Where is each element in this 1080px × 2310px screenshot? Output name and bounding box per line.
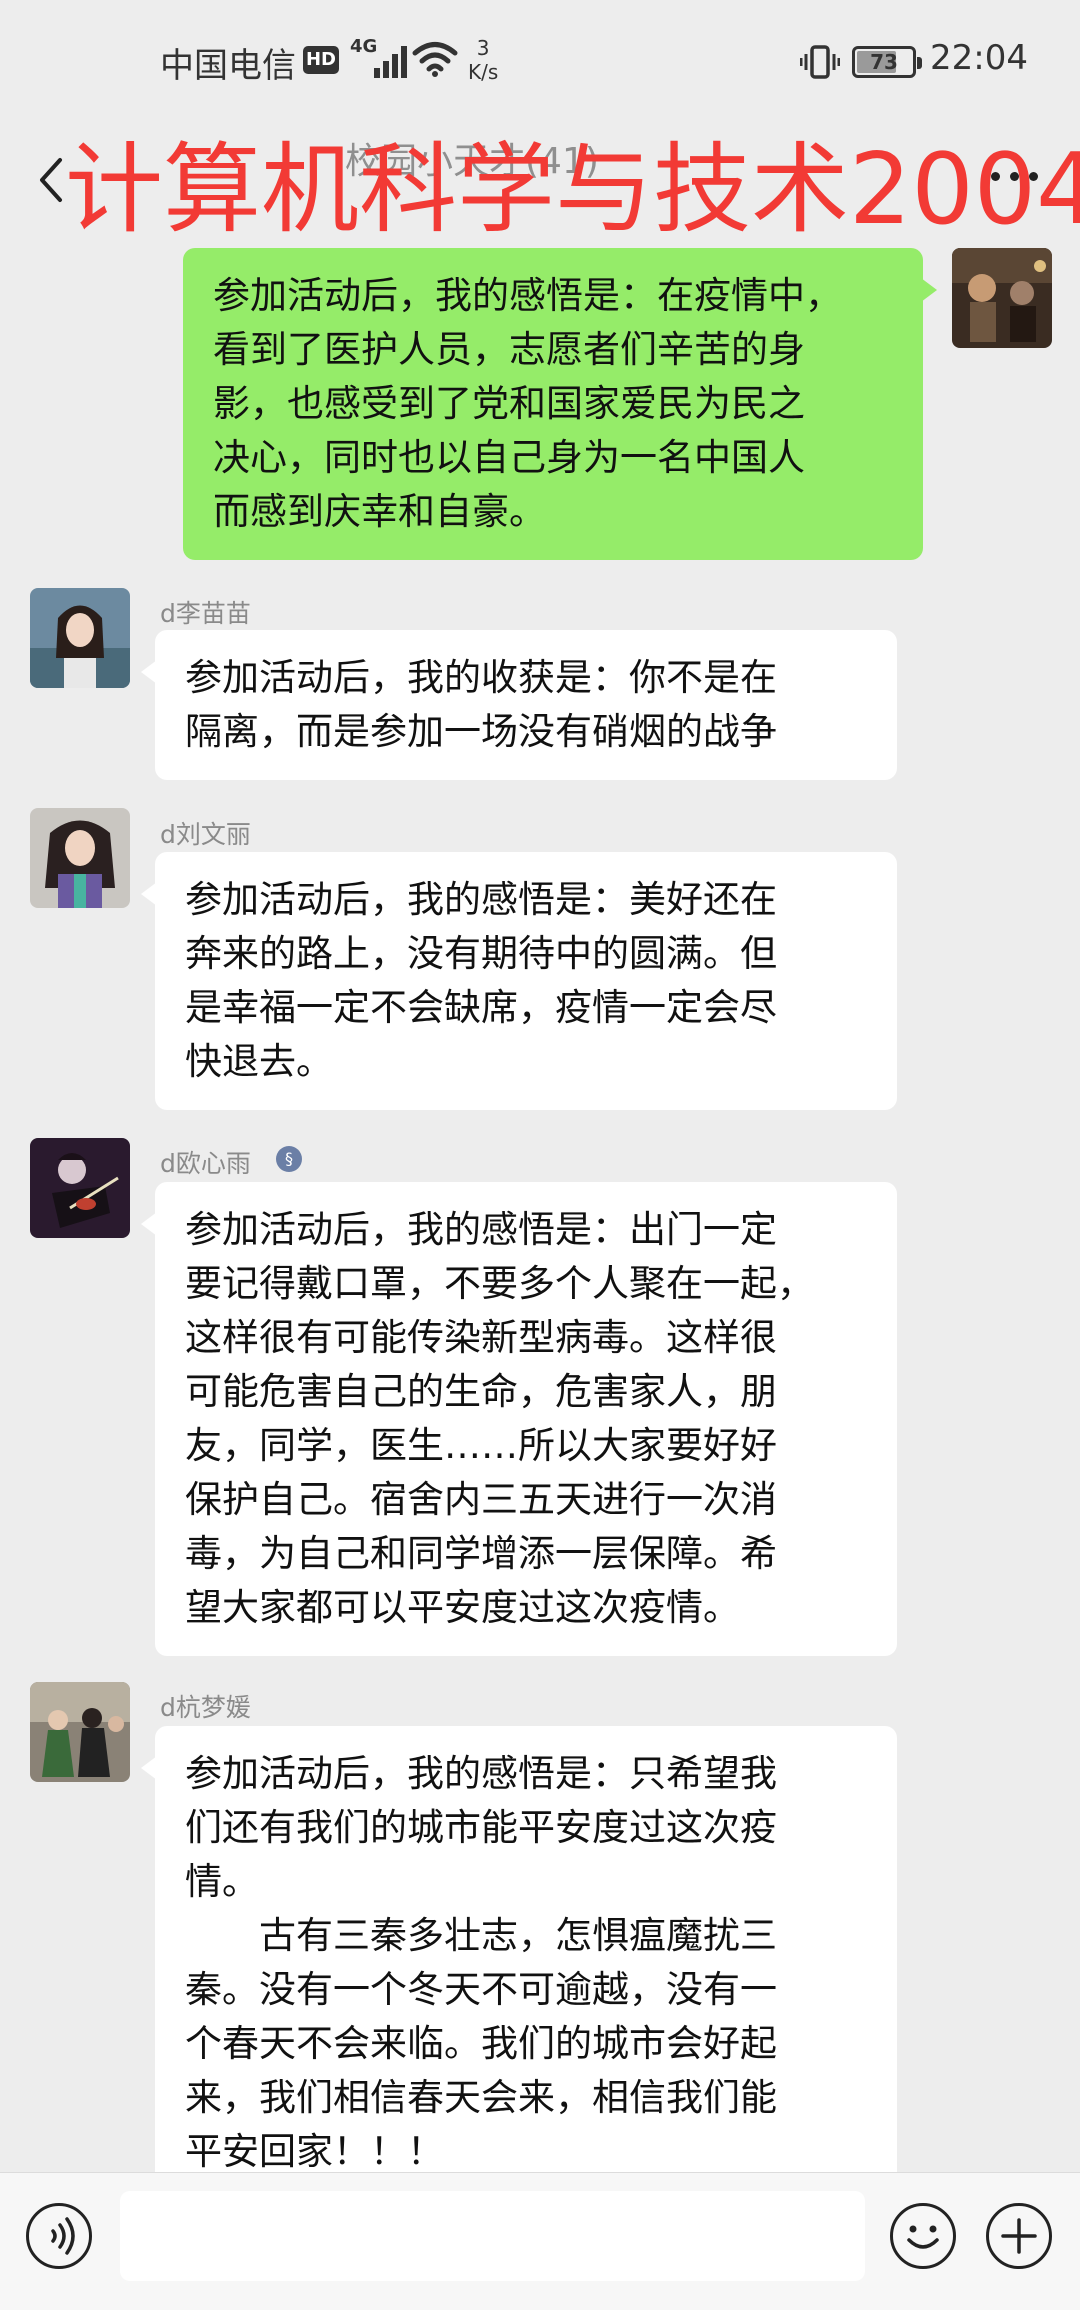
- chat-header: 校园小天才(41) 计算机科学与技术2004: [0, 120, 1080, 247]
- message-bubble[interactable]: 参加活动后，我的感悟是：出门一定 要记得戴口罩，不要多个人聚在一起， 这样很有可…: [141, 1182, 897, 1656]
- status-bar: 中国电信 HD 4G 3 K/s 73 22:04: [0, 0, 1080, 120]
- vibrate-icon: [800, 45, 840, 79]
- overlay-title: 计算机科学与技术2004: [65, 133, 1080, 247]
- message-line: 是幸福一定不会缺席，疫情一定会尽: [185, 986, 777, 1029]
- message-line: 情。: [185, 1860, 259, 1903]
- message-line: 个春天不会来临。我们的城市会好起: [185, 2022, 777, 2065]
- input-bar: [0, 2172, 1080, 2310]
- voice-button[interactable]: [26, 2203, 92, 2269]
- battery-indicator: 73: [852, 46, 922, 78]
- carrier-name: 中国电信: [160, 46, 296, 86]
- message-input[interactable]: [120, 2191, 865, 2281]
- clock: 22:04: [930, 38, 1028, 78]
- message-line: 来，我们相信春天会来，相信我们能: [185, 2076, 777, 2119]
- message-line: 而感到庆幸和自豪。: [213, 490, 546, 533]
- message-line: 平安回家！！！: [185, 2130, 444, 2173]
- emoji-icon: [907, 2225, 939, 2249]
- message-line: 参加活动后，我的感悟是：美好还在: [185, 878, 777, 921]
- sender-name: d杭梦媛: [160, 1693, 251, 1722]
- sender-avatar[interactable]: [30, 808, 130, 908]
- message-line: 古有三秦多壮志，怎惧瘟魔扰三: [185, 1914, 777, 1957]
- more-options-icon[interactable]: [985, 158, 1045, 198]
- sender-name: d欧心雨: [160, 1149, 251, 1178]
- message-line: 参加活动后，我的感悟是：只希望我: [185, 1752, 777, 1795]
- more-functions-button[interactable]: [986, 2203, 1052, 2269]
- message-line: 快退去。: [185, 1040, 333, 1083]
- message-line: 奔来的路上，没有期待中的圆满。但: [185, 932, 777, 975]
- message-line: 决心，同时也以自己身为一名中国人: [213, 436, 805, 479]
- message-line: 秦。没有一个冬天不可逾越，没有一: [185, 1968, 777, 2011]
- speed-unit: K/s: [468, 60, 499, 84]
- message-line: 影，也感受到了党和国家爱民为民之: [213, 382, 805, 425]
- message-bubble[interactable]: 参加活动后，我的感悟是：只希望我 们还有我们的城市能平安度过这次疫 情。 古有三…: [141, 1726, 897, 2200]
- sender-avatar[interactable]: [30, 588, 130, 688]
- sender-avatar[interactable]: [30, 1682, 130, 1782]
- message-line: 要记得戴口罩，不要多个人聚在一起，: [185, 1262, 814, 1305]
- message-line: 们还有我们的城市能平安度过这次疫: [185, 1806, 777, 1849]
- voice-icon: [51, 2217, 75, 2255]
- sender-avatar[interactable]: [30, 1138, 130, 1238]
- speed-value: 3: [476, 36, 490, 60]
- plus-icon: [1001, 2218, 1037, 2254]
- message-line: 参加活动后，我的感悟是：出门一定: [185, 1208, 777, 1251]
- message-bubble[interactable]: 参加活动后，我的感悟是：美好还在 奔来的路上，没有期待中的圆满。但 是幸福一定不…: [141, 852, 897, 1110]
- message-line: 望大家都可以平安度过这次疫情。: [185, 1586, 740, 1629]
- message-line: 参加活动后，我的收获是：你不是在: [185, 656, 777, 699]
- chat-screen: 中国电信 HD 4G 3 K/s 73 22:04 校园小天才(41) 计算机科…: [0, 0, 1080, 2310]
- message-line: 看到了医护人员，志愿者们辛苦的身: [213, 328, 805, 371]
- signal-icon: [370, 44, 407, 78]
- message-line: 毒，为自己和同学增添一层保障。希: [185, 1532, 777, 1575]
- emoji-button[interactable]: [890, 2203, 956, 2269]
- network-speed: 3 K/s: [468, 36, 498, 84]
- wifi-icon: [412, 42, 458, 77]
- back-icon[interactable]: [30, 140, 70, 220]
- sender-name: d李苗苗: [160, 599, 251, 628]
- sender-name: d刘文丽: [160, 820, 251, 849]
- my-avatar[interactable]: [952, 248, 1052, 348]
- battery-percent: 73: [870, 50, 898, 74]
- message-line: 隔离，而是参加一场没有硝烟的战争: [185, 710, 777, 753]
- member-badge-icon: §: [276, 1146, 302, 1172]
- message-line: 这样很有可能传染新型病毒。这样很: [185, 1316, 777, 1359]
- message-line: 保护自己。宿舍内三五天进行一次消: [185, 1478, 777, 1521]
- message-bubble[interactable]: 参加活动后，我的收获是：你不是在 隔离，而是参加一场没有硝烟的战争: [141, 630, 897, 780]
- message-line: 友，同学，医生……所以大家要好好: [185, 1424, 777, 1467]
- message-bubble[interactable]: 参加活动后，我的感悟是：在疫情中， 看到了医护人员，志愿者们辛苦的身 影，也感受…: [183, 248, 937, 560]
- message-line: 参加活动后，我的感悟是：在疫情中，: [213, 274, 842, 317]
- hd-badge: HD: [303, 46, 339, 74]
- message-line: 可能危害自己的生命，危害家人，朋: [185, 1370, 777, 1413]
